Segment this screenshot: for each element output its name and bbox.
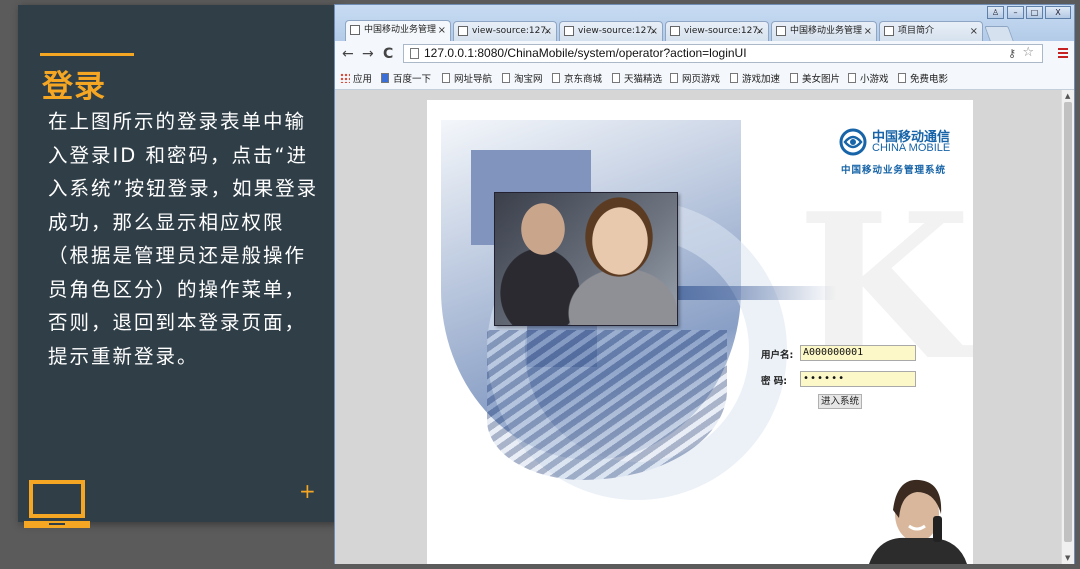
apps-grid-icon bbox=[340, 73, 350, 83]
china-mobile-logo-icon bbox=[839, 128, 867, 156]
user-profile-icon[interactable]: ♙ bbox=[987, 6, 1004, 19]
page-icon bbox=[442, 73, 450, 83]
browser-toolbar: ← → C 127.0.0.1:8080/ChinaMobile/system/… bbox=[335, 41, 1074, 67]
page-icon bbox=[670, 73, 678, 83]
scroll-down-icon[interactable]: ▼ bbox=[1065, 554, 1070, 562]
close-tab-icon[interactable]: × bbox=[864, 22, 872, 41]
bookmark-item[interactable]: 免费电影 bbox=[898, 71, 948, 85]
address-bar[interactable]: 127.0.0.1:8080/ChinaMobile/system/operat… bbox=[403, 44, 1043, 63]
bookmark-item[interactable]: 淘宝网 bbox=[502, 71, 543, 85]
laptop-icon bbox=[24, 480, 90, 528]
slide-heading: 登录 bbox=[42, 69, 106, 105]
china-mobile-logo: 中国移动通信 CHINA MOBILE 中国移动业务管理系统 bbox=[839, 128, 959, 178]
username-input[interactable]: A000000001 bbox=[800, 345, 916, 361]
browser-window: 中国移动业务管理 × view-source:127. × view-sourc… bbox=[334, 4, 1075, 564]
title-accent-rule bbox=[40, 53, 134, 56]
system-name: 中国移动业务管理系统 bbox=[841, 165, 947, 176]
bookmark-item[interactable]: 小游戏 bbox=[848, 71, 889, 85]
page-icon bbox=[848, 73, 856, 83]
logo-english-name: CHINA MOBILE bbox=[872, 142, 951, 154]
page-icon bbox=[552, 73, 560, 83]
business-people-photo bbox=[494, 192, 678, 326]
page-icon bbox=[730, 73, 738, 83]
vertical-scrollbar[interactable]: ▲ ▼ bbox=[1061, 90, 1074, 564]
minimize-button[interactable]: – bbox=[1007, 6, 1024, 19]
plus-icon[interactable]: + bbox=[299, 479, 316, 503]
url-text[interactable]: 127.0.0.1:8080/ChinaMobile/system/operat… bbox=[424, 46, 747, 60]
page-icon bbox=[502, 73, 510, 83]
password-input[interactable]: •••••• bbox=[800, 371, 916, 387]
page-favicon-icon bbox=[564, 26, 574, 36]
key-icon[interactable]: ⚷ bbox=[1008, 47, 1016, 60]
bookmark-item[interactable]: 网址导航 bbox=[442, 71, 492, 85]
tab-view-source-2[interactable]: view-source:127. × bbox=[559, 21, 663, 41]
page-icon bbox=[612, 73, 620, 83]
tab-view-source-3[interactable]: view-source:127. × bbox=[665, 21, 769, 41]
slide-description: 在上图所示的登录表单中输入登录ID 和密码，点击“进入系统”按钮登录，如果登录成… bbox=[48, 110, 319, 368]
tab-label: view-source:127. bbox=[684, 26, 761, 36]
password-label: 密 码: bbox=[761, 376, 788, 387]
tab-label: 中国移动业务管理 bbox=[364, 25, 437, 35]
new-tab-button[interactable] bbox=[984, 26, 1014, 41]
close-tab-icon[interactable]: × bbox=[544, 22, 552, 41]
bookmark-item[interactable]: 游戏加速 bbox=[730, 71, 780, 85]
decorative-streak bbox=[657, 286, 837, 300]
bookmark-item[interactable]: 美女图片 bbox=[790, 71, 840, 85]
smiling-woman-photo bbox=[869, 479, 967, 564]
close-tab-icon[interactable]: × bbox=[438, 21, 446, 40]
baidu-icon bbox=[381, 73, 389, 83]
login-page: K 中国移动通信 CHINA MOBILE 中国移动业务管理系统 用户名: A0… bbox=[427, 100, 973, 564]
page-favicon-icon bbox=[884, 26, 894, 36]
scroll-thumb[interactable] bbox=[1064, 102, 1072, 542]
page-favicon-icon bbox=[350, 25, 360, 35]
bookmark-baidu[interactable]: 百度一下 bbox=[381, 71, 431, 85]
slide-text-panel: 登录 在上图所示的登录表单中输入登录ID 和密码，点击“进入系统”按钮登录，如果… bbox=[18, 5, 336, 528]
enter-system-button[interactable]: 进入系统 bbox=[818, 394, 862, 409]
bookmarks-bar: 应用 百度一下 网址导航 淘宝网 京东商城 天猫精选 网页游戏 游戏加速 美女图… bbox=[335, 67, 1074, 90]
bookmark-item[interactable]: 网页游戏 bbox=[670, 71, 720, 85]
tab-label: view-source:127. bbox=[578, 26, 655, 36]
tab-label: 项目简介 bbox=[898, 26, 935, 36]
bookmark-apps[interactable]: 应用 bbox=[340, 71, 372, 85]
bookmark-item[interactable]: 天猫精选 bbox=[612, 71, 662, 85]
page-favicon-icon bbox=[776, 26, 786, 36]
page-icon bbox=[410, 48, 419, 59]
close-tab-icon[interactable]: × bbox=[650, 22, 658, 41]
tab-label: 中国移动业务管理 bbox=[790, 26, 863, 36]
tab-login-page[interactable]: 中国移动业务管理 × bbox=[345, 20, 451, 41]
tab-project-intro[interactable]: 项目简介 × bbox=[879, 21, 983, 41]
page-favicon-icon bbox=[670, 26, 680, 36]
menu-icon[interactable] bbox=[1058, 48, 1068, 58]
username-label: 用户名: bbox=[761, 350, 794, 361]
page-favicon-icon bbox=[458, 26, 468, 36]
close-tab-icon[interactable]: × bbox=[756, 22, 764, 41]
tab-label: view-source:127. bbox=[472, 26, 549, 36]
page-viewport: K 中国移动通信 CHINA MOBILE 中国移动业务管理系统 用户名: A0… bbox=[335, 90, 1062, 564]
reload-icon[interactable]: C bbox=[383, 46, 393, 62]
page-icon bbox=[790, 73, 798, 83]
close-tab-icon[interactable]: × bbox=[970, 22, 978, 41]
tab-login-page-2[interactable]: 中国移动业务管理 × bbox=[771, 21, 877, 41]
page-icon bbox=[898, 73, 906, 83]
scroll-up-icon[interactable]: ▲ bbox=[1065, 92, 1070, 100]
bookmark-item[interactable]: 京东商城 bbox=[552, 71, 602, 85]
tab-strip: 中国移动业务管理 × view-source:127. × view-sourc… bbox=[335, 5, 1074, 41]
tab-view-source-1[interactable]: view-source:127. × bbox=[453, 21, 557, 41]
back-arrow-icon[interactable]: ← bbox=[342, 46, 354, 62]
close-window-button[interactable]: X bbox=[1045, 6, 1071, 19]
bookmark-star-icon[interactable]: ☆ bbox=[1022, 45, 1034, 60]
maximize-button[interactable]: □ bbox=[1026, 6, 1043, 19]
forward-arrow-icon[interactable]: → bbox=[362, 46, 374, 62]
